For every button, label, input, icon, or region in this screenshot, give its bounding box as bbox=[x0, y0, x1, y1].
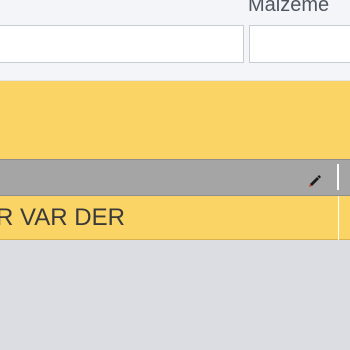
edit-button[interactable] bbox=[304, 169, 324, 189]
table-row[interactable]: R VAR DER bbox=[0, 196, 350, 240]
column-divider bbox=[337, 164, 339, 190]
form-area: Malzeme bbox=[0, 0, 350, 81]
pencil-icon bbox=[309, 175, 321, 187]
malzeme-input[interactable] bbox=[249, 25, 350, 63]
text-input-left[interactable] bbox=[0, 25, 244, 63]
table-cell-text: R VAR DER bbox=[0, 204, 125, 231]
screen: Malzeme R VAR DER bbox=[0, 0, 350, 350]
column-divider bbox=[338, 196, 339, 240]
table-header bbox=[0, 159, 350, 196]
field-label-malzeme: Malzeme bbox=[248, 0, 330, 16]
empty-area bbox=[0, 240, 350, 350]
highlight-band bbox=[0, 81, 350, 159]
